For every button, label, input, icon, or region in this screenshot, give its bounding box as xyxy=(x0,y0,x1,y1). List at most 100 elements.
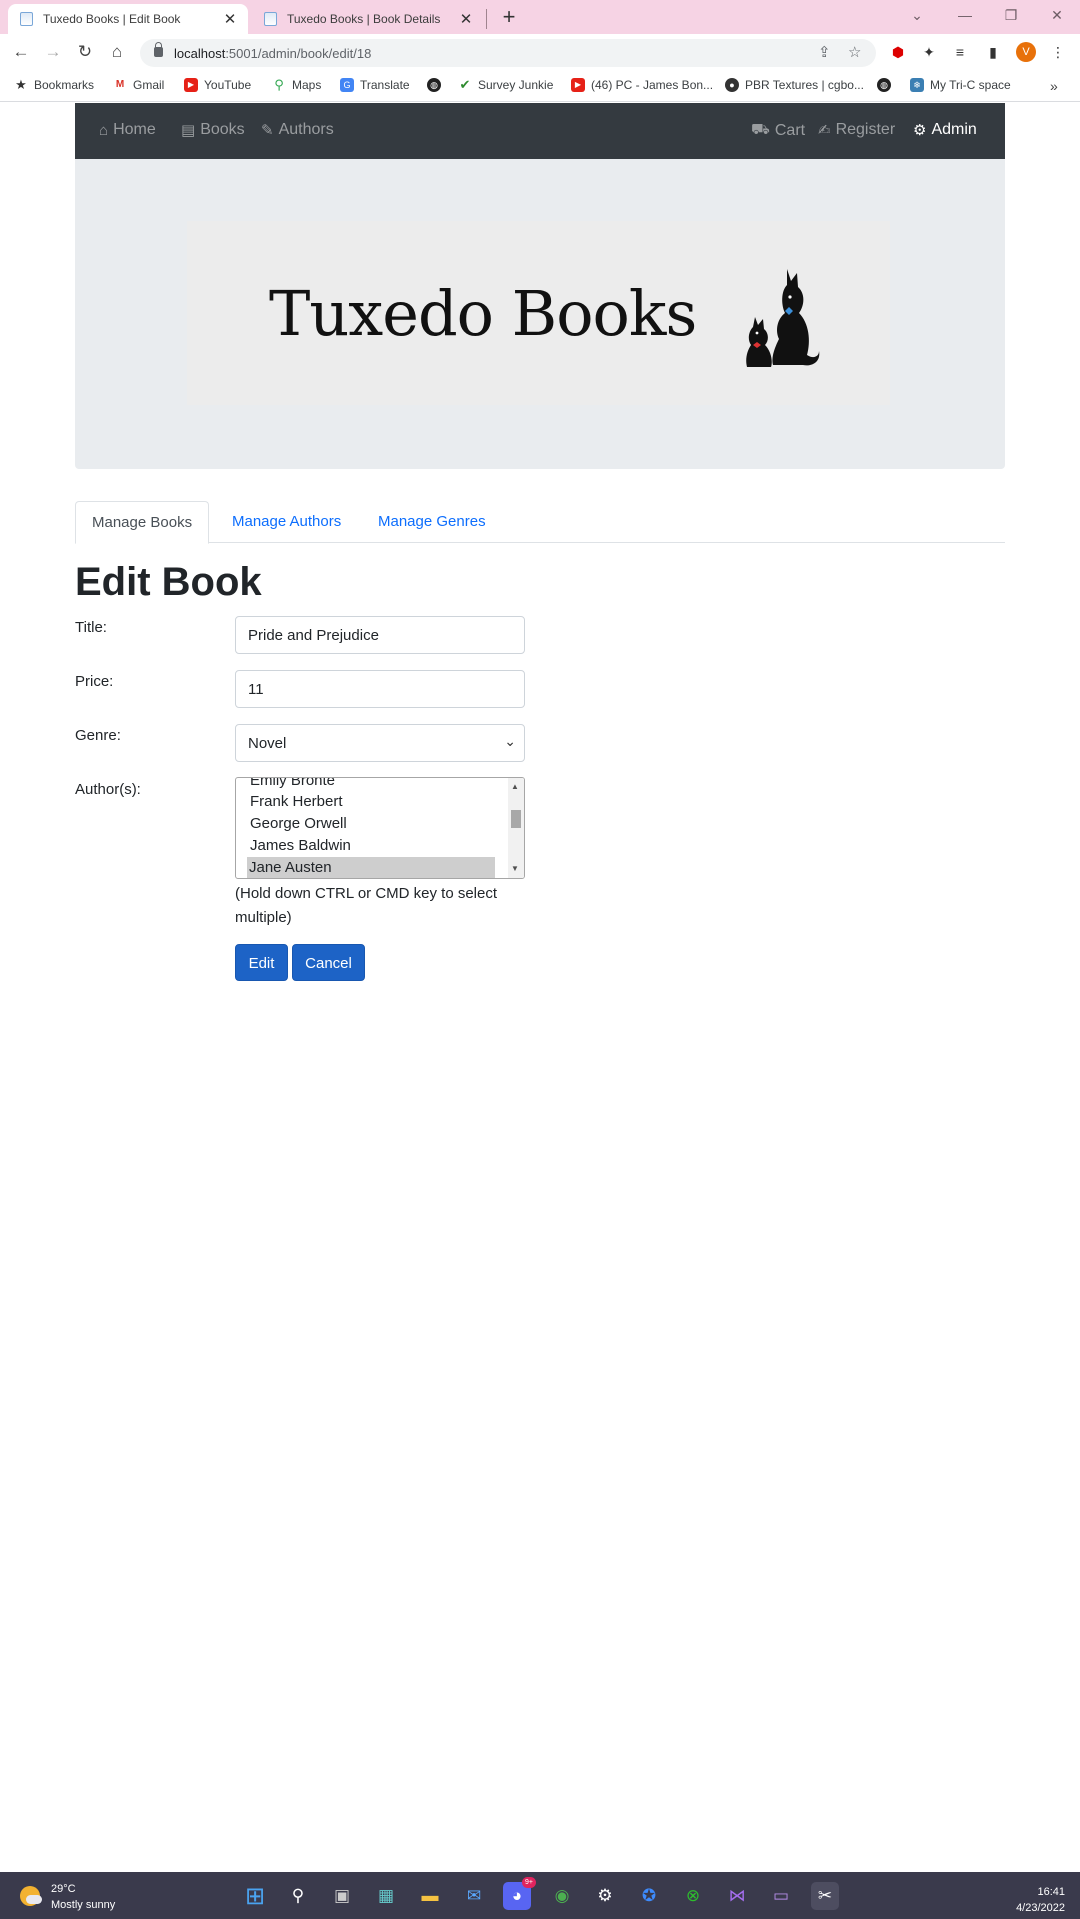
chevron-down-icon: ⌄ xyxy=(504,733,516,749)
bookmark-item-globe-2[interactable]: ◍ xyxy=(877,78,897,92)
title-label: Title: xyxy=(75,619,107,636)
nav-cart-link[interactable]: ⛟ Cart xyxy=(751,121,805,140)
bookmark-item-translate[interactable]: G Translate xyxy=(340,78,410,92)
cancel-button[interactable]: Cancel xyxy=(292,944,365,981)
new-tab-button[interactable]: + xyxy=(498,4,520,30)
weather-description[interactable]: Mostly sunny xyxy=(51,1899,115,1911)
widgets-icon[interactable]: ▦ xyxy=(372,1882,400,1910)
authors-multiselect[interactable]: Emily Bronte Frank Herbert George Orwell… xyxy=(235,777,525,879)
file-explorer-icon[interactable]: ▬ xyxy=(416,1882,444,1910)
home-icon: ⌂ xyxy=(99,121,109,139)
nav-home-link[interactable]: ⌂ Home xyxy=(99,121,156,139)
tab-title: Tuxedo Books | Book Details xyxy=(287,12,441,26)
feather-icon: ✎ xyxy=(261,122,274,139)
forward-icon[interactable]: → xyxy=(41,40,65,64)
author-option[interactable]: Frank Herbert xyxy=(248,791,496,812)
close-tab-icon[interactable]: ✕ xyxy=(458,10,474,28)
home-icon[interactable]: ⌂ xyxy=(105,40,129,64)
tuxedo-cat-icon xyxy=(746,269,820,367)
genre-label: Genre: xyxy=(75,727,121,744)
author-option[interactable]: George Orwell xyxy=(248,813,496,834)
gmail-icon: M xyxy=(113,78,127,92)
clock-time: 16:41 xyxy=(1037,1886,1065,1898)
address-bar[interactable]: localhost:5001/admin/book/edit/18 ⇪ ☆ xyxy=(140,39,876,67)
share-icon[interactable]: ⇪ xyxy=(818,43,831,61)
page-favicon-icon xyxy=(264,12,277,26)
extensions-puzzle-icon[interactable]: ✦ xyxy=(919,42,939,62)
title-input[interactable]: Pride and Prejudice xyxy=(235,616,525,654)
side-panel-icon[interactable]: ▮ xyxy=(983,42,1003,62)
tab-title: Tuxedo Books | Edit Book xyxy=(43,12,181,26)
weather-temperature[interactable]: 29°C xyxy=(51,1883,76,1895)
bookmark-item-gmail[interactable]: M Gmail xyxy=(113,78,164,92)
clock-date: 4/23/2022 xyxy=(1016,1902,1065,1914)
scroll-down-icon[interactable]: ▼ xyxy=(511,864,519,873)
price-input[interactable]: 11 xyxy=(235,670,525,708)
edit-button[interactable]: Edit xyxy=(235,944,288,981)
restore-button[interactable]: ❐ xyxy=(988,0,1034,30)
system-clock[interactable]: 16:41 4/23/2022 xyxy=(1016,1884,1065,1916)
extension-adblock-icon[interactable]: ⬢ xyxy=(888,42,908,62)
author-option[interactable]: Emily Bronte xyxy=(248,778,496,791)
tab-manage-authors[interactable]: Manage Authors xyxy=(216,501,357,543)
scrollbar-thumb[interactable] xyxy=(511,810,521,828)
author-option[interactable]: James Baldwin xyxy=(248,835,496,856)
tab-separator xyxy=(486,9,487,29)
task-view-icon[interactable]: ▣ xyxy=(328,1882,356,1910)
nav-authors-link[interactable]: ✎ Authors xyxy=(261,121,334,139)
profile-avatar[interactable]: V xyxy=(1016,42,1036,62)
more-bookmarks-icon[interactable]: » xyxy=(1050,78,1058,94)
scroll-up-icon[interactable]: ▲ xyxy=(511,782,519,791)
visual-studio-icon[interactable]: ⋈ xyxy=(723,1882,751,1910)
battlenet-icon[interactable]: ✪ xyxy=(635,1882,663,1910)
minimize-button[interactable]: — xyxy=(942,0,988,30)
xbox-icon[interactable]: ⊗ xyxy=(679,1882,707,1910)
listbox-scrollbar[interactable]: ▲ ▼ xyxy=(508,778,524,878)
authors-label: Author(s): xyxy=(75,781,141,798)
bookmark-item-globe[interactable]: ◍ xyxy=(427,78,447,92)
browser-toolbar: ← → ↻ ⌂ localhost:5001/admin/book/edit/1… xyxy=(0,34,1080,70)
author-option-selected[interactable]: Jane Austen xyxy=(247,857,495,878)
search-icon[interactable]: ⚲ xyxy=(284,1882,312,1910)
bookmark-item-maps[interactable]: ⚲ Maps xyxy=(272,77,321,93)
tab-search-icon[interactable]: ⌄ xyxy=(894,0,940,30)
lock-icon xyxy=(154,42,163,57)
close-tab-icon[interactable]: ✕ xyxy=(222,10,238,28)
multiselect-hint: (Hold down CTRL or CMD key to select mul… xyxy=(235,885,498,926)
steam-icon[interactable]: ⚙ xyxy=(591,1882,619,1910)
browser-tab-edit-book[interactable]: Tuxedo Books | Edit Book ✕ xyxy=(8,4,248,34)
close-window-button[interactable]: ✕ xyxy=(1034,0,1080,30)
maps-pin-icon: ⚲ xyxy=(274,77,284,92)
media-control-icon[interactable]: ≡ xyxy=(950,42,970,62)
nav-admin-link[interactable]: ⚙ Admin xyxy=(913,121,977,139)
bookmark-item-bookmarks[interactable]: ★ Bookmarks xyxy=(14,78,94,93)
bookmark-item-tri-c[interactable]: ❄ My Tri-C space xyxy=(910,78,1011,92)
site-logo: Tuxedo Books xyxy=(187,221,890,405)
site-navbar: ⌂ Home ▤ Books ✎ Authors ⛟ Cart ✍ Register ⚙ A… xyxy=(75,103,1005,159)
youtube-icon: ▶ xyxy=(184,78,198,92)
terminal-icon[interactable]: ▭ xyxy=(767,1882,795,1910)
back-icon[interactable]: ← xyxy=(9,40,33,64)
bookmark-item-youtube[interactable]: ▶ YouTube xyxy=(184,78,251,92)
gear-icon: ⚙ xyxy=(913,122,927,139)
browser-tab-book-details[interactable]: Tuxedo Books | Book Details ✕ xyxy=(252,4,484,34)
nav-books-link[interactable]: ▤ Books xyxy=(181,121,245,139)
bookmark-item-survey-junkie[interactable]: ✔ Survey Junkie xyxy=(458,78,554,93)
windows-start-icon[interactable]: ⊞ xyxy=(241,1882,269,1910)
genre-selected-value: Novel xyxy=(248,735,287,752)
tab-manage-books[interactable]: Manage Books xyxy=(75,501,210,544)
weather-sun-icon[interactable] xyxy=(20,1886,42,1906)
reload-icon[interactable]: ↻ xyxy=(73,40,97,64)
genre-select[interactable]: Novel ⌄ xyxy=(235,724,525,762)
nav-register-link[interactable]: ✍ Register xyxy=(818,121,895,139)
chrome-menu-icon[interactable]: ⋮ xyxy=(1048,42,1068,62)
chrome-icon[interactable]: ◉ xyxy=(548,1882,576,1910)
mail-icon[interactable]: ✉ xyxy=(460,1882,488,1910)
snipping-tool-icon[interactable]: ✂ xyxy=(811,1882,839,1910)
edit-icon: ✍ xyxy=(818,122,831,139)
tab-manage-genres[interactable]: Manage Genres xyxy=(362,501,502,543)
bookmark-star-icon[interactable]: ☆ xyxy=(848,43,861,61)
page-title: Edit Book xyxy=(75,560,262,604)
bookmark-item-youtube-pc[interactable]: ▶ (46) PC - James Bon... xyxy=(571,78,713,92)
bookmark-item-pbr-textures[interactable]: ● PBR Textures | cgbo... xyxy=(725,78,864,92)
